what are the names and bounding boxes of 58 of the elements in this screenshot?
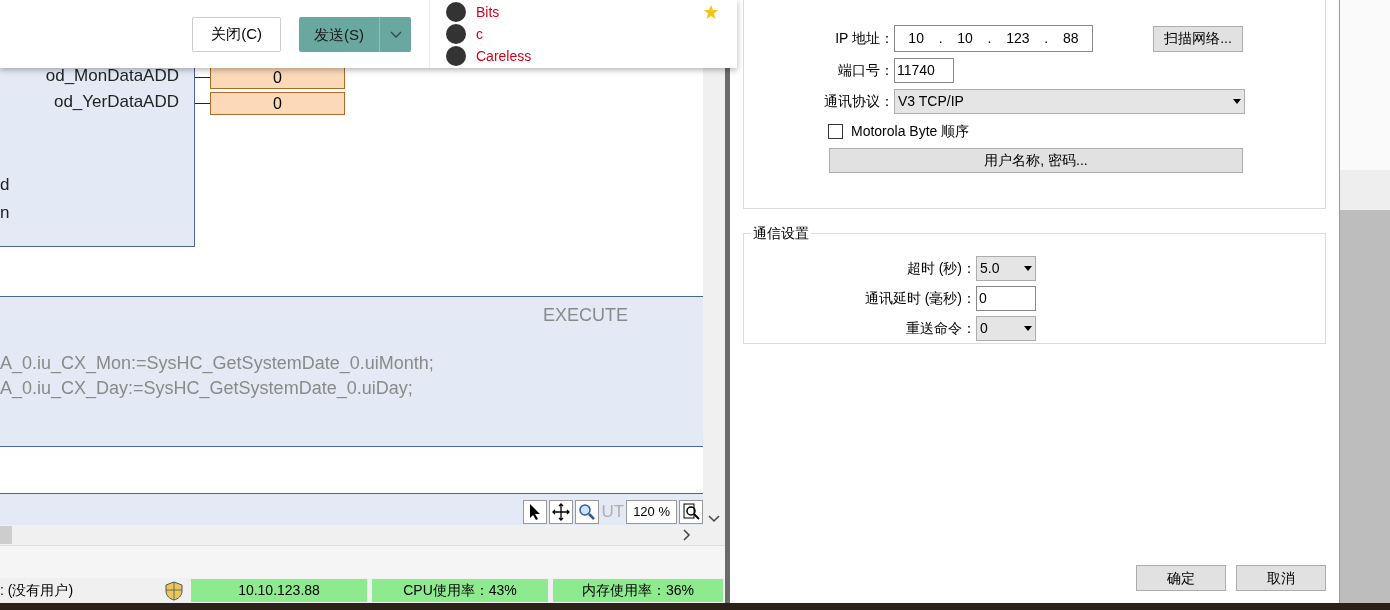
checkbox-label: Motorola Byte 顺序	[851, 121, 970, 141]
chevron-right-icon[interactable]	[683, 529, 691, 541]
credentials-button[interactable]: 用户名称, 密码...	[829, 148, 1243, 173]
output-label: od_YerDataADD	[52, 91, 180, 113]
user-status: : (没有用户)	[0, 581, 75, 600]
dropdown[interactable]: 0	[976, 315, 1036, 341]
horizontal-scrollbar[interactable]	[0, 525, 703, 545]
avatar	[446, 24, 466, 44]
dropdown-arrow-icon	[1024, 325, 1032, 331]
star-icon[interactable]	[703, 4, 719, 20]
input-label: d	[0, 174, 10, 196]
zoom-tool-button[interactable]	[575, 500, 600, 524]
field-label: 重送命令：	[905, 318, 976, 338]
cancel-button[interactable]: 取消	[1236, 565, 1326, 591]
code-line: A_0.iu_CX_Day:=SysHC_GetSystemDate_0.uiDay;	[0, 377, 413, 401]
status-cell: 10.10.123.88	[191, 579, 367, 602]
section-title: EXECUTE	[542, 304, 628, 327]
contact-name[interactable]: c	[476, 23, 719, 45]
input-label: n	[0, 202, 10, 224]
field-label: 通讯延时 (毫秒)：	[863, 288, 976, 308]
zoom-options-button[interactable]	[679, 500, 703, 524]
output-value: 0	[210, 91, 345, 115]
ip-address-field[interactable]: 10 . 10 . 123 . 88	[894, 25, 1093, 52]
field-label: 超时 (秒)：	[905, 258, 976, 278]
chevron-down-icon[interactable]	[389, 30, 402, 38]
port-field[interactable]: 11740	[894, 57, 954, 83]
field-label: 端口号：	[837, 60, 894, 80]
code-line: A_0.iu_CX_Mon:=SysHC_GetSystemDate_0.uiMonth;	[0, 352, 434, 376]
checkbox[interactable]	[828, 123, 843, 139]
send-button[interactable]: 发送(S)	[299, 16, 411, 52]
dropdown-arrow-icon	[1233, 98, 1241, 104]
dropdown-arrow-icon	[1024, 265, 1032, 271]
magnifier-page-icon	[682, 503, 700, 521]
input-field[interactable]: 0	[976, 285, 1036, 311]
output-label: od_MonDataADD	[44, 65, 180, 87]
search-icon	[578, 503, 597, 521]
shield-icon	[165, 580, 183, 601]
field-label: 通讯协议：	[823, 91, 894, 111]
avatar	[446, 46, 466, 66]
avatar	[446, 2, 466, 22]
chevron-down-icon[interactable]	[708, 515, 720, 523]
status-cell: CPU使用率：43%	[372, 579, 548, 602]
scan-network-button[interactable]: 扫描网络...	[1153, 25, 1243, 52]
dropdown[interactable]: 5.0	[976, 255, 1036, 281]
field-label: IP 地址：	[834, 29, 894, 48]
move-tool-button[interactable]	[549, 500, 574, 524]
scrollbar-thumb[interactable]	[0, 526, 12, 544]
contact-name[interactable]: Bits	[476, 1, 693, 23]
ok-button[interactable]: 确定	[1136, 565, 1226, 591]
pointer-tool-button[interactable]	[523, 500, 548, 524]
move-icon	[552, 503, 571, 521]
protocol-dropdown[interactable]: V3 TCP/IP	[894, 88, 1245, 114]
pointer-icon	[528, 503, 543, 521]
contact-name[interactable]: Careless	[476, 45, 719, 67]
status-cell: 内存使用率：36%	[553, 579, 723, 602]
close-button[interactable]: 关闭(C)	[192, 16, 281, 52]
toolbar-label: UT	[601, 501, 625, 523]
zoom-level-field[interactable]: 120 %	[626, 500, 677, 524]
